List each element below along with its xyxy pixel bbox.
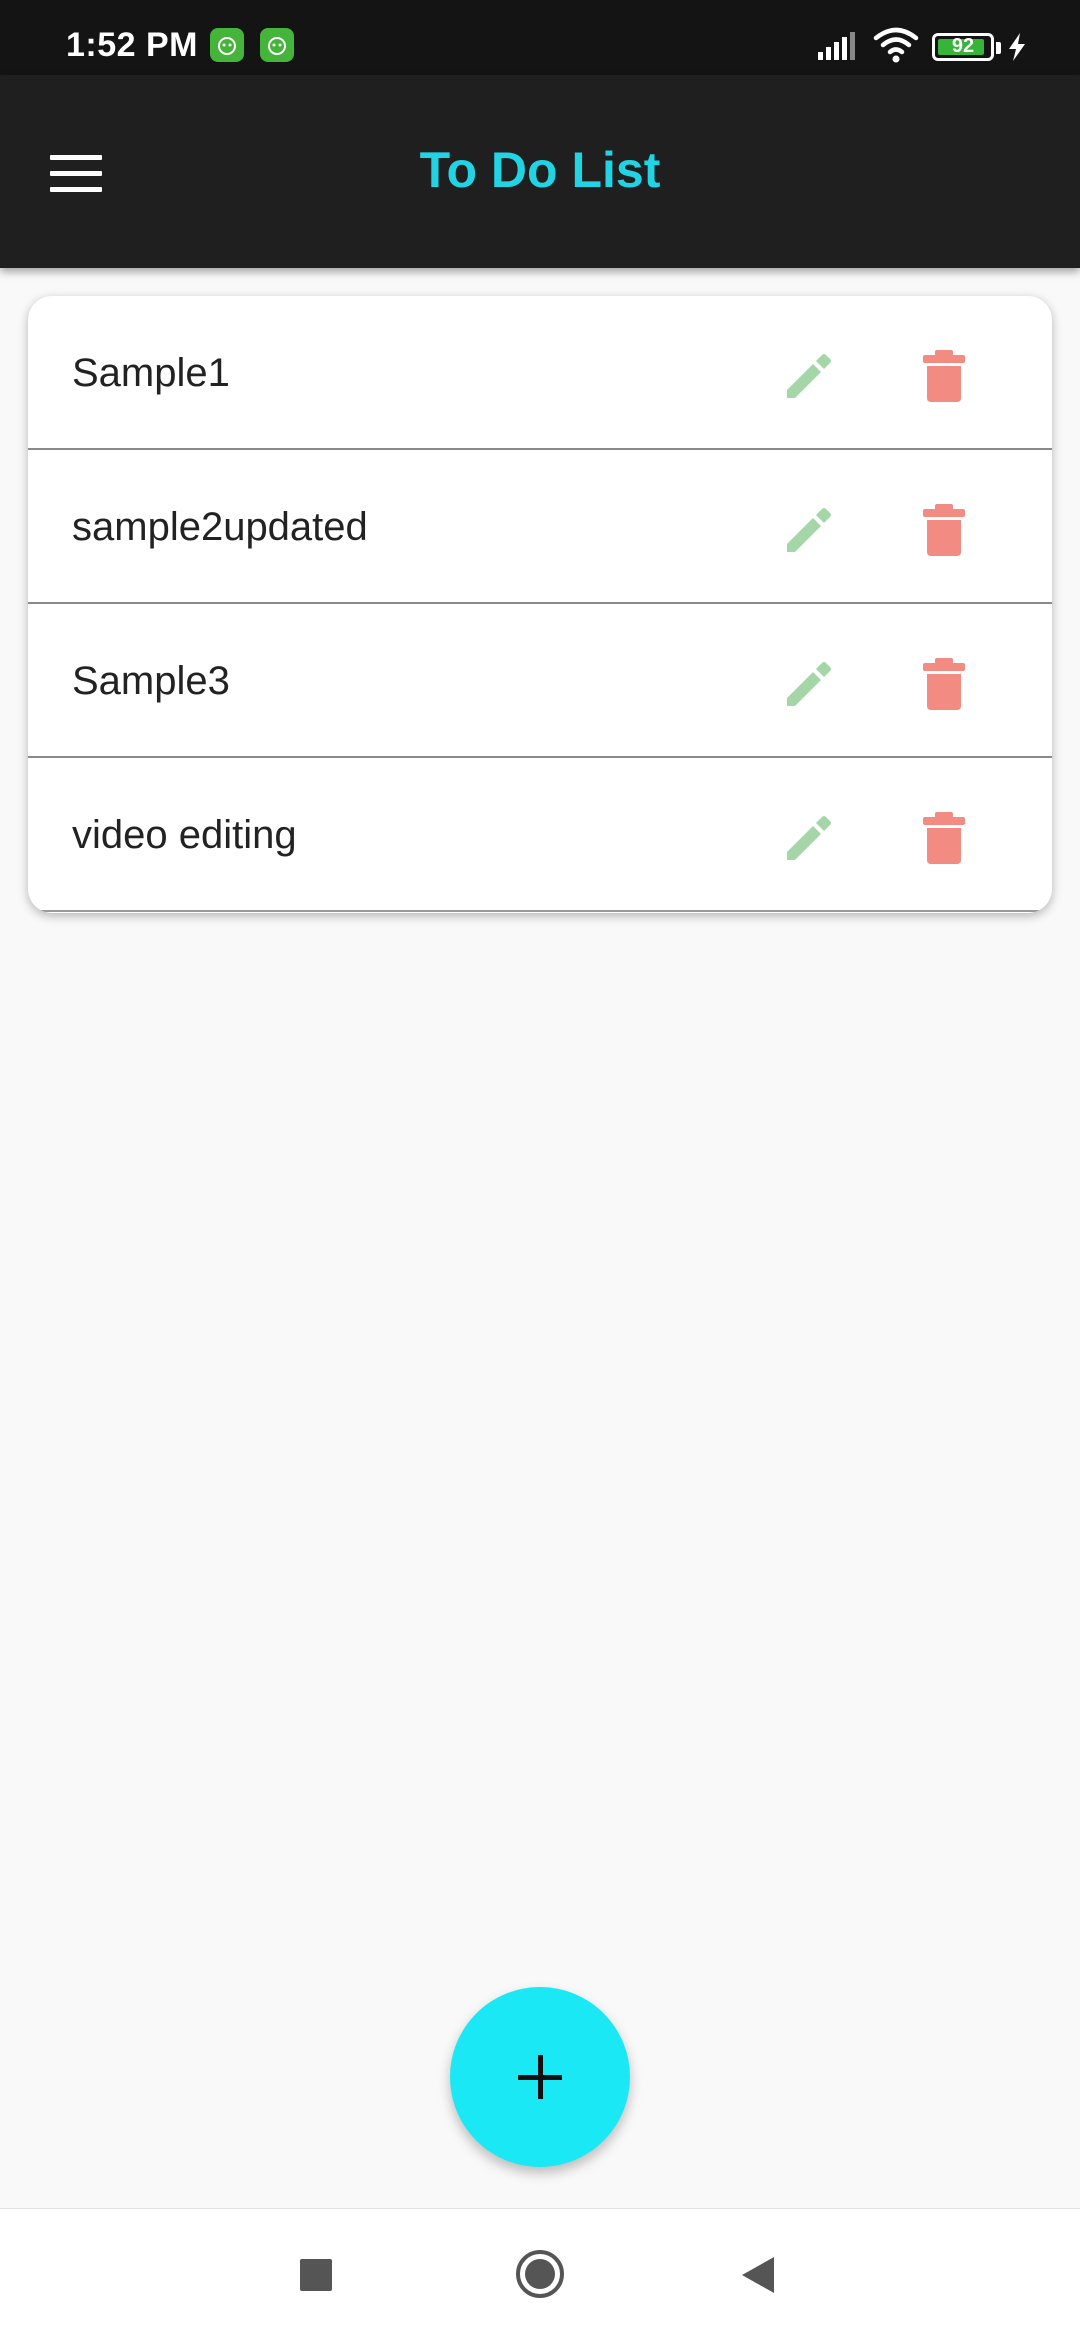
pencil-icon[interactable] [781,656,837,712]
wifi-icon [873,27,919,63]
navigation-bar [0,2208,1080,2341]
pencil-icon[interactable] [781,502,837,558]
pencil-icon[interactable] [781,810,837,866]
battery-cap [996,42,1001,54]
trash-icon[interactable] [921,502,967,558]
back-triangle-icon[interactable] [740,2255,776,2295]
todo-list: Sample1 sample2updated Sample3 video editin… [28,296,1052,913]
home-circle-icon[interactable] [515,2249,565,2299]
charging-bolt-icon [1009,33,1025,61]
battery-level: 92 [951,35,975,57]
plus-icon-stroke [538,2055,543,2099]
todo-label: video editing [72,813,297,857]
status-time: 1:52 PM [66,26,198,64]
recents-square-icon[interactable] [300,2259,332,2291]
status-bar: 1:52 PM 92 [0,0,1080,75]
todo-row[interactable]: video editing [28,758,1052,912]
trash-icon[interactable] [921,656,967,712]
todo-row[interactable]: Sample3 [28,604,1052,758]
add-todo-button[interactable] [450,1987,630,2167]
todo-row[interactable]: Sample1 [28,296,1052,450]
pencil-icon[interactable] [781,348,837,404]
app-notification-icon [210,28,244,62]
page-title: To Do List [419,142,661,198]
todo-row[interactable]: sample2updated [28,450,1052,604]
battery-icon: 92 [932,33,994,61]
signal-icon [818,32,855,60]
todo-label: Sample3 [72,659,230,703]
todo-label: Sample1 [72,351,230,395]
app-notification-icon [260,28,294,62]
app-bar: To Do List [0,75,1080,268]
trash-icon[interactable] [921,348,967,404]
todo-label: sample2updated [72,505,368,549]
trash-icon[interactable] [921,810,967,866]
